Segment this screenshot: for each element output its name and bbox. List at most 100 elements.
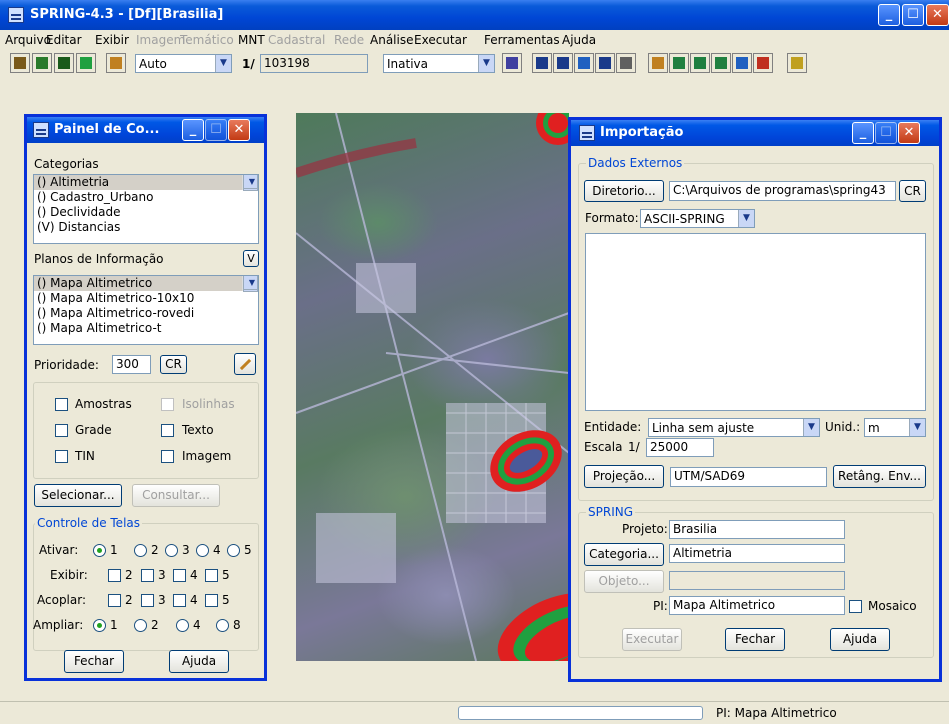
entidade-select[interactable]: Linha sem ajuste ▼ [648,418,820,437]
close-icon[interactable]: ✕ [228,119,250,141]
help-icon[interactable] [787,53,807,73]
categories-list[interactable]: () Altimetria () Cadastro_Urbano () Decl… [33,174,259,244]
exibir-option-3[interactable] [173,569,186,582]
exibir-option-4[interactable] [205,569,218,582]
list-item[interactable]: () Declividade [34,205,258,220]
unid-select[interactable]: m ▼ [864,418,926,437]
ampliar-option-4[interactable] [216,619,229,632]
priority-cr-button[interactable]: CR [160,355,187,374]
cursor-icon[interactable] [532,53,552,73]
menu-item-11[interactable]: Ferramentas [484,33,560,47]
ampliar-option-1[interactable] [93,619,106,632]
layer-select-icon[interactable] [106,53,126,73]
menu-item-9[interactable]: Análise [370,33,413,47]
menu-item-1[interactable]: Arquivo [5,33,51,47]
acoplar-option-2[interactable] [141,594,154,607]
close-icon[interactable]: ✕ [926,4,949,26]
amostras-checkbox[interactable] [55,398,68,411]
ativar-option-5[interactable] [227,544,240,557]
directory-path-field[interactable]: C:\Arquivos de programas\spring43 [669,181,896,201]
pan-icon[interactable] [574,53,594,73]
draw-icon[interactable] [76,53,96,73]
minimize-icon[interactable]: _ [878,4,900,26]
palette-icon[interactable] [502,53,522,73]
zoom-area-icon[interactable] [711,53,731,73]
file-list[interactable] [585,233,926,411]
acoplar-option-1[interactable] [108,594,121,607]
planes-list[interactable]: () Mapa Altimetrico () Mapa Altimetrico-… [33,275,259,345]
projecao-button[interactable]: Projeção... [584,465,664,488]
menu-item-12[interactable]: Ajuda [562,33,596,47]
zoom-mode-select[interactable]: Auto ▼ [135,54,232,73]
back-icon[interactable] [732,53,752,73]
ativar-option-1[interactable] [93,544,106,557]
ampliar-option-2[interactable] [134,619,147,632]
directory-cr-button[interactable]: CR [899,180,926,202]
projeto-field[interactable]: Brasilia [669,520,845,539]
categoria-field[interactable]: Altimetria [669,544,845,563]
panel-ajuda-button[interactable]: Ajuda [169,650,229,673]
retang-env-button[interactable]: Retâng. Env... [833,465,926,488]
exibir-option-1[interactable] [108,569,121,582]
database-icon[interactable] [10,53,30,73]
scroll-down-icon[interactable]: ▼ [243,276,258,290]
list-item[interactable]: () Mapa Altimetrico-10x10 [34,291,258,306]
grade-checkbox[interactable] [55,424,68,437]
edit-icon[interactable] [648,53,668,73]
categoria-button[interactable]: Categoria... [584,543,664,566]
ativar-option-4[interactable] [196,544,209,557]
list-item[interactable]: () Cadastro_Urbano [34,190,258,205]
texto-checkbox[interactable] [161,424,174,437]
undo-icon[interactable] [753,53,773,73]
list-item[interactable]: () Mapa Altimetrico [34,276,258,291]
control-panel-title-bar[interactable]: Painel de Co... _ ☐ ✕ [27,117,264,143]
tin-checkbox[interactable] [55,450,68,463]
escala-input[interactable]: 25000 [646,438,714,457]
zoom-in-icon[interactable] [669,53,689,73]
panel-fechar-button[interactable]: Fechar [64,650,124,673]
ativar-option-3[interactable] [165,544,178,557]
layers-icon[interactable] [54,53,74,73]
menu-item-2[interactable]: Editar [46,33,82,47]
exibir-option-2[interactable] [141,569,154,582]
menu-item-10[interactable]: Executar [414,33,467,47]
ampliar-option-3[interactable] [176,619,189,632]
dialog-ajuda-button[interactable]: Ajuda [830,628,890,651]
info-icon[interactable] [595,53,615,73]
selecionar-button[interactable]: Selecionar... [34,484,122,507]
pi-field[interactable]: Mapa Altimetrico [669,596,845,615]
minimize-icon[interactable]: _ [852,122,874,144]
dialog-fechar-button[interactable]: Fechar [725,628,785,651]
state-select[interactable]: Inativa ▼ [383,54,495,73]
planes-toggle-button[interactable]: V [243,250,259,267]
maximize-icon[interactable]: ☐ [902,4,924,26]
zoom-out-icon[interactable] [690,53,710,73]
scroll-down-icon[interactable]: ▼ [243,175,258,189]
menu-item-6[interactable]: MNT [238,33,265,47]
map-canvas[interactable] [296,113,569,661]
acoplar-option-4[interactable] [205,594,218,607]
project-icon[interactable] [32,53,52,73]
list-item[interactable]: () Mapa Altimetrico-rovedi [34,306,258,321]
list-item[interactable]: () Altimetria [34,175,258,190]
scrollbar[interactable]: ▲▼ [242,276,258,292]
minimize-icon[interactable]: _ [182,119,204,141]
mosaico-checkbox[interactable] [849,600,862,613]
ativar-option-2[interactable] [134,544,147,557]
list-item[interactable]: () Mapa Altimetrico-t [34,321,258,336]
formato-select[interactable]: ASCII-SPRING ▼ [640,209,755,228]
priority-input[interactable]: 300 [112,355,151,374]
pointer-icon[interactable] [616,53,636,73]
import-title-bar[interactable]: Importação _ ☐ ✕ [571,120,939,146]
edit-pencil-icon[interactable] [234,353,256,375]
diretorio-button[interactable]: Diretorio... [584,180,664,202]
close-icon[interactable]: ✕ [898,122,920,144]
menu-item-3[interactable]: Exibir [95,33,129,47]
main-title-bar[interactable]: SPRING-4.3 - [Df][Brasilia] _ ☐ ✕ [0,0,949,30]
projecao-field[interactable]: UTM/SAD69 [670,467,827,487]
list-item[interactable]: (V) Distancias [34,220,258,235]
scrollbar[interactable]: ▲▼ [242,175,258,191]
acoplar-option-3[interactable] [173,594,186,607]
imagem-checkbox[interactable] [161,450,174,463]
crosshair-icon[interactable] [553,53,573,73]
